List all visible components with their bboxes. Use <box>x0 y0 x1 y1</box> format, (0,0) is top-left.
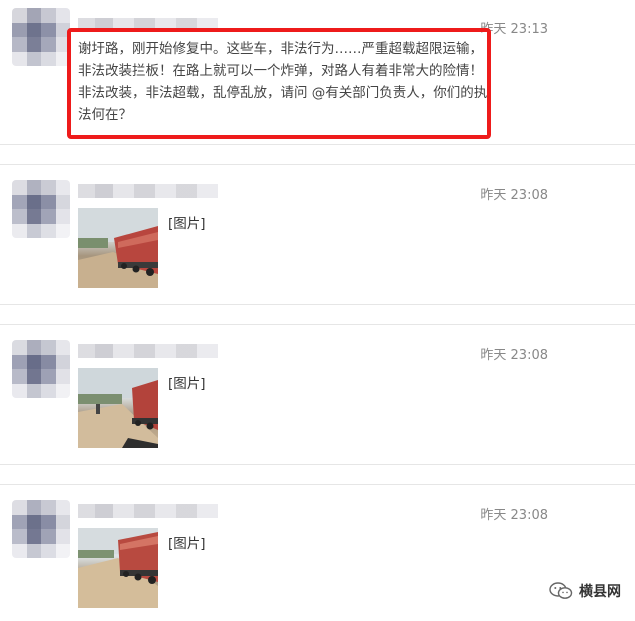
avatar[interactable] <box>12 500 70 558</box>
post-3: 昨天 23:08 [图片] <box>0 324 635 464</box>
avatar[interactable] <box>12 340 70 398</box>
image-label: [图片] <box>168 376 206 392</box>
avatar[interactable] <box>12 180 70 238</box>
watermark-text: 横县网 <box>579 584 621 600</box>
separator <box>0 144 635 145</box>
timestamp: 昨天 23:08 <box>480 188 548 203</box>
trucks-image <box>78 368 158 448</box>
timestamp: 昨天 23:08 <box>480 508 548 523</box>
image-label: [图片] <box>168 216 206 232</box>
trucks-image <box>78 528 158 608</box>
timestamp: 昨天 23:08 <box>480 348 548 363</box>
photo-thumbnail[interactable] <box>78 208 158 288</box>
username-blurred[interactable] <box>78 344 218 358</box>
separator <box>0 304 635 305</box>
photo-thumbnail[interactable] <box>78 368 158 448</box>
watermark: 横县网 <box>549 581 621 601</box>
username-blurred[interactable] <box>78 184 218 198</box>
trucks-image <box>78 208 158 288</box>
username-blurred[interactable] <box>78 504 218 518</box>
photo-thumbnail[interactable] <box>78 528 158 608</box>
post-4: 昨天 23:08 [图片] <box>0 484 635 621</box>
highlight-box <box>67 28 491 139</box>
post-1: 昨天 23:13 谢圩路，刚开始修复中。这些车，非法行为……严重超载超限运输，非… <box>0 0 635 150</box>
post-2: 昨天 23:08 [图片] <box>0 164 635 304</box>
separator <box>0 464 635 465</box>
avatar[interactable] <box>12 8 70 66</box>
wechat-icon <box>549 582 573 599</box>
image-label: [图片] <box>168 536 206 552</box>
